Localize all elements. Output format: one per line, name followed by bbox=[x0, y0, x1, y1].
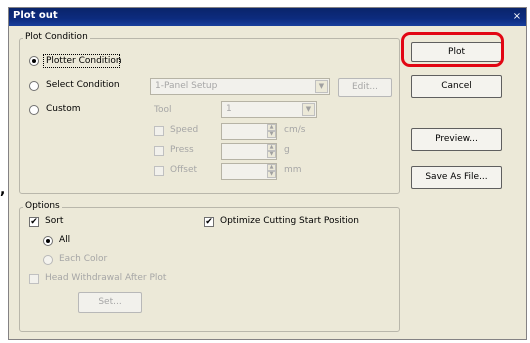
dialog-title: Plot out bbox=[13, 10, 58, 21]
options-group-label: Options bbox=[23, 201, 62, 211]
spin-down-icon[interactable]: ▼ bbox=[267, 151, 276, 158]
press-label: Press bbox=[170, 145, 194, 155]
spin-up-icon[interactable]: ▲ bbox=[267, 144, 276, 151]
sort-label: Sort bbox=[45, 216, 64, 226]
all-label: All bbox=[59, 235, 71, 245]
custom-radio[interactable] bbox=[29, 105, 39, 115]
sort-checkbox[interactable]: ✔ bbox=[29, 217, 39, 227]
press-spinbox[interactable]: ▲ ▼ bbox=[221, 143, 277, 160]
tool-combo[interactable]: 1 ▼ bbox=[221, 101, 317, 118]
custom-label: Custom bbox=[46, 104, 81, 114]
press-unit: g bbox=[284, 145, 290, 155]
plot-button-highlight bbox=[401, 32, 504, 67]
speed-label: Speed bbox=[170, 125, 199, 135]
each-color-radio[interactable] bbox=[43, 255, 53, 265]
press-spin-buttons[interactable]: ▲ ▼ bbox=[267, 144, 276, 159]
setup-combo-value: 1-Panel Setup bbox=[155, 81, 218, 91]
offset-spinbox[interactable]: ▲ ▼ bbox=[221, 163, 277, 180]
head-withdrawal-checkbox[interactable] bbox=[29, 274, 39, 284]
offset-label: Offset bbox=[170, 165, 198, 175]
plotter-condition-radio[interactable] bbox=[29, 56, 39, 66]
speed-spin-buttons[interactable]: ▲ ▼ bbox=[267, 124, 276, 139]
optimize-checkbox[interactable]: ✔ bbox=[204, 217, 214, 227]
speed-unit: cm/s bbox=[284, 125, 306, 135]
close-icon[interactable]: × bbox=[511, 11, 523, 22]
press-checkbox[interactable] bbox=[154, 146, 164, 156]
setup-combo[interactable]: 1-Panel Setup ▼ bbox=[150, 78, 330, 95]
plot-condition-group-label: Plot Condition bbox=[23, 32, 90, 42]
offset-spin-buttons[interactable]: ▲ ▼ bbox=[267, 164, 276, 179]
spin-down-icon[interactable]: ▼ bbox=[267, 171, 276, 178]
each-color-label: Each Color bbox=[59, 254, 108, 264]
offset-unit: mm bbox=[284, 165, 302, 175]
chevron-down-icon[interactable]: ▼ bbox=[315, 80, 328, 93]
spin-up-icon[interactable]: ▲ bbox=[267, 164, 276, 171]
edit-button[interactable]: Edit... bbox=[338, 78, 392, 97]
save-as-file-button[interactable]: Save As File... bbox=[411, 166, 502, 189]
focus-ring bbox=[43, 54, 120, 68]
set-button[interactable]: Set... bbox=[78, 292, 142, 313]
speed-spinbox[interactable]: ▲ ▼ bbox=[221, 123, 277, 140]
cancel-button[interactable]: Cancel bbox=[411, 75, 502, 98]
select-condition-radio[interactable] bbox=[29, 81, 39, 91]
title-bar[interactable]: Plot out × bbox=[9, 8, 526, 26]
tool-label: Tool bbox=[154, 105, 172, 115]
optimize-label: Optimize Cutting Start Position bbox=[220, 216, 359, 226]
speed-checkbox[interactable] bbox=[154, 126, 164, 136]
offset-checkbox[interactable] bbox=[154, 166, 164, 176]
stray-comma-mark: , bbox=[0, 182, 6, 198]
tool-combo-value: 1 bbox=[226, 104, 232, 114]
select-condition-label: Select Condition bbox=[46, 80, 120, 90]
spin-down-icon[interactable]: ▼ bbox=[267, 131, 276, 138]
chevron-down-icon[interactable]: ▼ bbox=[302, 103, 315, 116]
all-radio[interactable] bbox=[43, 236, 53, 246]
preview-button[interactable]: Preview... bbox=[411, 128, 502, 151]
spin-up-icon[interactable]: ▲ bbox=[267, 124, 276, 131]
head-withdrawal-label: Head Withdrawal After Plot bbox=[45, 273, 167, 283]
